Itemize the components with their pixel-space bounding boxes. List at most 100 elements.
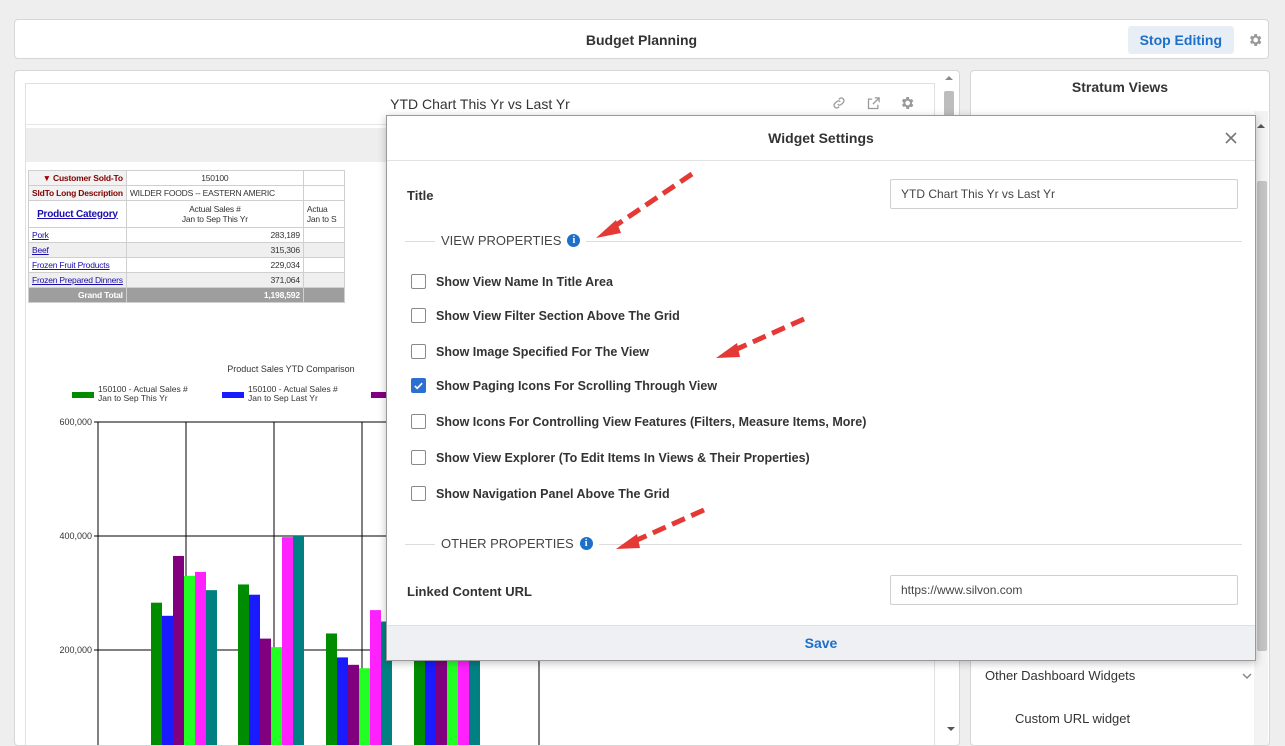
- option-checkbox[interactable]: [411, 450, 426, 465]
- table-row: Frozen Prepared Dinners 371,064: [28, 272, 345, 288]
- annotation-arrow-icon: [716, 316, 806, 358]
- legend-label: 150100 - Actual Sales # Jan to Sep Last Y…: [248, 384, 338, 403]
- scroll-down-icon[interactable]: [945, 722, 957, 740]
- info-icon[interactable]: i: [579, 537, 593, 550]
- option-row[interactable]: Show Paging Icons For Scrolling Through …: [411, 378, 717, 393]
- row-value: 229,034: [125, 257, 304, 273]
- col1-header: Actual Sales # Jan to Sep This Yr: [125, 200, 304, 228]
- grand-total-value: 1,198,592: [125, 287, 304, 303]
- info-icon[interactable]: i: [567, 234, 581, 247]
- col2-header-sub: Jan to S: [306, 214, 337, 224]
- stratum-views-title: Stratum Views: [1071, 79, 1169, 95]
- grand-total-row: Grand Total 1,198,592: [28, 287, 345, 303]
- chart-bar: [195, 571, 206, 745]
- dialog-footer: Save: [387, 625, 1255, 660]
- view-properties-heading: VIEW PROPERTIES i: [435, 233, 587, 248]
- annotation-arrow-icon: [596, 171, 694, 238]
- scroll-up-icon[interactable]: [942, 71, 956, 85]
- chart-bar: [162, 615, 173, 745]
- option-label: Show Navigation Panel Above The Grid: [436, 486, 670, 501]
- product-category-link[interactable]: Product Category: [37, 209, 118, 220]
- widget-settings-dialog: Widget Settings Title VIEW PROPERTIES i …: [386, 115, 1256, 661]
- dashboard-title: Budget Planning: [585, 32, 698, 48]
- close-icon[interactable]: [1221, 128, 1241, 148]
- chart-bar: [151, 602, 162, 745]
- option-checkbox[interactable]: [411, 414, 426, 429]
- legend-swatch: [222, 392, 244, 398]
- option-checkbox[interactable]: [411, 344, 426, 359]
- option-label: Show Image Specified For The View: [436, 344, 650, 359]
- chart-bar: [238, 584, 249, 745]
- row-value: 315,306: [125, 242, 304, 258]
- customer-sold-to-label: Customer Sold-To: [53, 173, 123, 183]
- row-category-link[interactable]: Frozen Prepared Dinners: [32, 275, 123, 285]
- chevron-down-icon[interactable]: [1241, 669, 1253, 687]
- col2-header: Actua Jan to S: [302, 200, 345, 228]
- dialog-header: Widget Settings: [387, 116, 1255, 161]
- desc-value-cell: WILDER FOODS -- EASTERN AMERIC: [125, 185, 304, 201]
- gear-icon[interactable]: [1242, 26, 1268, 54]
- external-link-icon[interactable]: [864, 94, 882, 112]
- chart-bar: [348, 664, 359, 745]
- row-category-link[interactable]: Beef: [32, 245, 49, 255]
- view-properties-label: VIEW PROPERTIES: [441, 233, 562, 248]
- chart-bar: [173, 555, 184, 745]
- option-row[interactable]: Show Icons For Controlling View Features…: [411, 414, 866, 429]
- col2-header-title: Actua: [306, 204, 328, 214]
- option-label: Show View Filter Section Above The Grid: [436, 308, 680, 323]
- legend-swatch: [72, 392, 94, 398]
- other-properties-label: OTHER PROPERTIES: [441, 536, 574, 551]
- link-icon[interactable]: [830, 94, 848, 112]
- checkmark-icon: [414, 382, 423, 390]
- dialog-title: Widget Settings: [768, 130, 874, 146]
- table-row: Frozen Fruit Products 229,034: [28, 257, 345, 273]
- option-checkbox[interactable]: [411, 486, 426, 501]
- scroll-up-icon[interactable]: [1254, 119, 1268, 133]
- row-category-link[interactable]: Pork: [32, 230, 49, 240]
- option-row[interactable]: Show View Name In Title Area: [411, 274, 613, 289]
- row-category-link[interactable]: Frozen Fruit Products: [32, 260, 110, 270]
- title-field-label: Title: [407, 188, 434, 203]
- chart-bar: [206, 590, 217, 745]
- grand-total-label: Grand Total: [28, 287, 127, 303]
- chart-bar: [271, 647, 282, 745]
- table-row: Pork 283,189: [28, 227, 345, 243]
- option-label: Show View Explorer (To Edit Items In Vie…: [436, 450, 810, 465]
- filter-value-cell: 150100: [125, 170, 304, 186]
- option-checkbox[interactable]: [411, 308, 426, 323]
- product-category-header[interactable]: Product Category: [28, 200, 127, 228]
- other-dashboard-widgets-group[interactable]: Other Dashboard Widgets: [985, 668, 1135, 683]
- option-row[interactable]: Show View Explorer (To Edit Items In Vie…: [411, 450, 810, 465]
- title-input[interactable]: [890, 179, 1238, 209]
- gear-icon[interactable]: [898, 94, 916, 112]
- option-row[interactable]: Show View Filter Section Above The Grid: [411, 308, 680, 323]
- desc-label-cell: SldTo Long Description: [28, 185, 127, 201]
- option-checkbox[interactable]: [411, 274, 426, 289]
- y-tick-label: 400,000: [59, 531, 92, 541]
- panel-scrollbar-thumb[interactable]: [1257, 181, 1267, 651]
- linked-url-input[interactable]: [890, 575, 1238, 605]
- chart-bar: [359, 668, 370, 745]
- chart-bar: [293, 536, 304, 745]
- col1-header-title: Actual Sales #: [189, 204, 241, 214]
- dashboard-header: Budget Planning Stop Editing: [14, 19, 1269, 59]
- save-button[interactable]: Save: [387, 626, 1255, 660]
- option-label: Show Paging Icons For Scrolling Through …: [436, 378, 718, 393]
- chart-bar: [337, 657, 348, 745]
- stop-editing-button[interactable]: Stop Editing: [1127, 26, 1234, 54]
- row-value: 371,064: [125, 272, 304, 288]
- y-tick-label: 600,000: [59, 417, 92, 427]
- chart-bar: [249, 594, 260, 745]
- option-label: Show View Name In Title Area: [436, 274, 613, 289]
- filter-label-cell[interactable]: ▼ Customer Sold-To: [28, 170, 127, 186]
- chart-bar: [370, 610, 381, 745]
- annotation-arrow-icon: [616, 507, 706, 549]
- option-row[interactable]: Show Navigation Panel Above The Grid: [411, 486, 670, 501]
- custom-url-widget-item[interactable]: Custom URL widget: [1015, 711, 1130, 726]
- chart-bar: [184, 575, 195, 745]
- legend-label: 150100 - Actual Sales # Jan to Sep This Y…: [98, 384, 188, 403]
- option-row[interactable]: Show Image Specified For The View: [411, 344, 649, 359]
- chart-bar: [326, 633, 337, 745]
- chart-title: Product Sales YTD Comparison: [227, 364, 354, 374]
- option-checkbox[interactable]: [411, 378, 426, 393]
